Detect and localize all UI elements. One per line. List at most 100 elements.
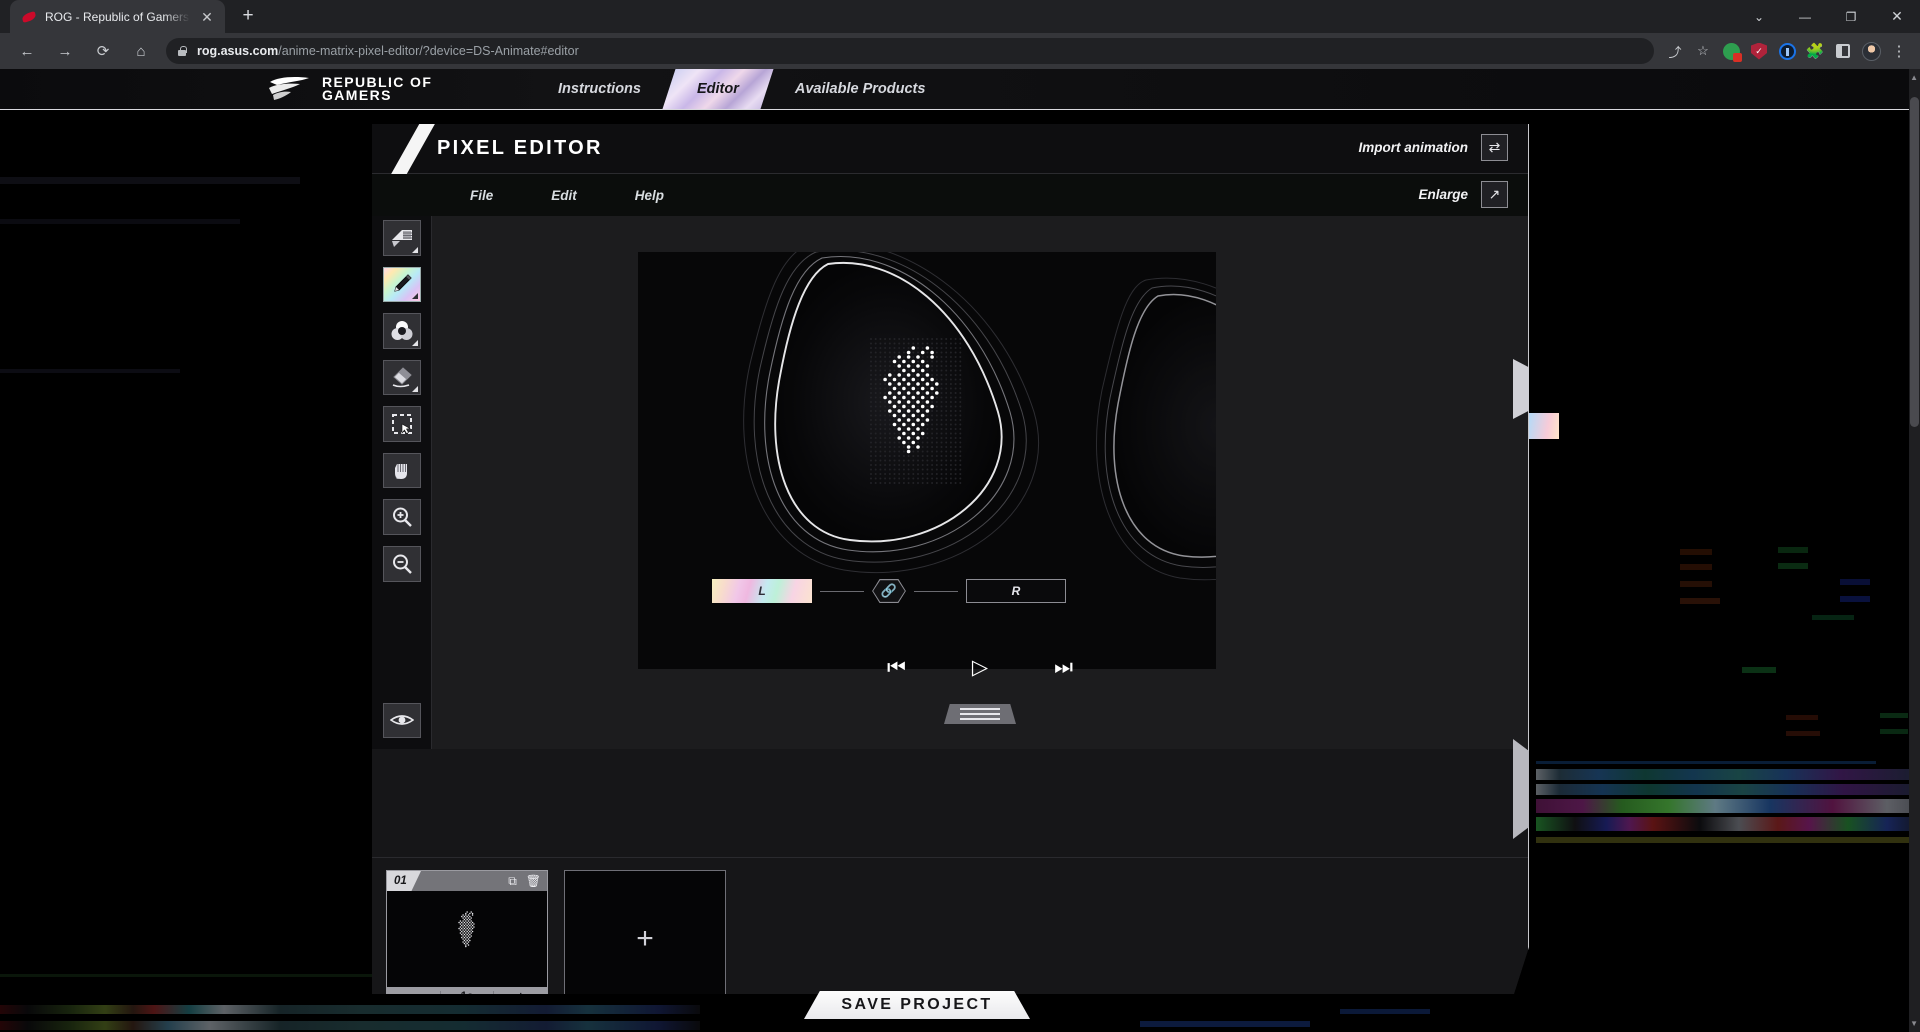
extension-clock-icon[interactable] <box>1774 38 1800 64</box>
toolbar-icon-group: ⤴ ☆ 🧩 ⋮ <box>1662 38 1912 64</box>
back-icon[interactable]: ← <box>12 36 42 66</box>
reload-icon[interactable]: ⟳ <box>88 36 118 66</box>
page-content: REPUBLIC OF GAMERS Instructions Editor A… <box>0 69 1920 1032</box>
browser-menu-icon[interactable]: ⋮ <box>1886 38 1912 64</box>
led-matrix[interactable] <box>868 336 964 486</box>
enlarge-icon[interactable]: ↗ <box>1481 181 1508 208</box>
skip-to-start-icon[interactable]: ⏮ <box>887 657 906 678</box>
color-swatch-right[interactable]: R <box>966 579 1066 603</box>
chevron-down-icon[interactable]: ⌄ <box>1736 0 1782 33</box>
forward-icon[interactable]: → <box>50 36 80 66</box>
frame-thumbnail[interactable] <box>387 891 547 987</box>
page-scrollbar[interactable]: ▲ ▼ <box>1909 69 1920 1032</box>
bookmark-star-icon[interactable]: ☆ <box>1690 38 1716 64</box>
address-bar[interactable]: rog.asus.com/anime-matrix-pixel-editor/?… <box>166 38 1654 64</box>
pencil-tool[interactable] <box>382 266 421 303</box>
browser-toolbar: ← → ⟳ ⌂ rog.asus.com/anime-matrix-pixel-… <box>0 33 1920 69</box>
share-icon[interactable]: ⤴ <box>1662 38 1688 64</box>
nav-tab-editor[interactable]: Editor <box>662 69 774 109</box>
tab-title: ROG - Republic of Gamers | Glob <box>45 9 190 24</box>
extension-password-icon[interactable] <box>1718 38 1744 64</box>
nav-tab-label: Instructions <box>558 81 641 97</box>
delete-frame-icon[interactable]: 🗑 <box>526 875 541 887</box>
link-line-right <box>914 590 958 592</box>
side-panel-icon[interactable] <box>1830 38 1856 64</box>
close-icon[interactable]: ✕ <box>198 8 216 26</box>
playback-controls: ⏮ ▷ ⏭ <box>432 646 1528 688</box>
rog-eye-logo-icon <box>268 75 311 102</box>
zoom-in-tool[interactable] <box>382 499 421 535</box>
scroll-down-arrow[interactable]: ▼ <box>1910 1019 1918 1028</box>
save-project-button[interactable]: SAVE PROJECT <box>804 991 1030 1019</box>
site-header: REPUBLIC OF GAMERS Instructions Editor A… <box>0 69 1920 110</box>
frame-duration-controls: − 1s + <box>387 987 547 994</box>
panel-edge-notch-bottom <box>1513 739 1529 839</box>
avatar[interactable] <box>1858 38 1884 64</box>
brand-text: REPUBLIC OF GAMERS <box>322 75 432 103</box>
maximize-button[interactable]: ❐ <box>1828 0 1874 33</box>
browser-tab-strip: ROG - Republic of Gamers | Glob ✕ + ⌄ — … <box>0 0 1920 33</box>
frame-timeline: 01 ⧉ 🗑 − 1s + + <box>372 857 1528 994</box>
skip-to-end-icon[interactable]: ⏭ <box>1054 657 1073 678</box>
nav-tab-label: Editor <box>696 81 739 97</box>
browser-tab[interactable]: ROG - Republic of Gamers | Glob ✕ <box>10 0 225 33</box>
eraser-tool[interactable] <box>382 359 421 396</box>
hand-tool[interactable] <box>382 452 421 489</box>
editor-menubar: File Edit Help Enlarge ↗ <box>372 174 1528 216</box>
url-path: /anime-matrix-pixel-editor/?device=DS-An… <box>278 44 579 58</box>
enlarge-label: Enlarge <box>1418 187 1468 202</box>
editor-workspace: L 🔗 R ⏮ ▷ ⏭ <box>372 216 1528 749</box>
color-swatch-left[interactable]: L <box>712 579 812 603</box>
lock-icon <box>176 45 188 57</box>
scroll-up-arrow[interactable]: ▲ <box>1910 73 1918 82</box>
duration-decrease-button[interactable]: − <box>387 991 440 994</box>
device-preview[interactable] <box>638 252 1216 669</box>
enlarge-group[interactable]: Enlarge ↗ <box>1418 181 1508 208</box>
url-text: rog.asus.com/anime-matrix-pixel-editor/?… <box>197 44 579 58</box>
frame-number: 01 <box>387 871 421 891</box>
duration-value: 1s <box>439 991 494 994</box>
rog-logo-icon <box>21 9 37 25</box>
zoom-out-tool[interactable] <box>382 545 421 582</box>
pixel-editor-panel: PIXEL EDITOR Import animation ⇄ File Edi… <box>372 124 1529 994</box>
extension-shield-icon[interactable] <box>1746 38 1772 64</box>
rog-brand[interactable]: REPUBLIC OF GAMERS <box>268 75 432 102</box>
new-tab-button[interactable]: + <box>234 2 262 30</box>
color-channel-bar: L 🔗 R <box>712 579 1100 603</box>
import-animation-icon[interactable]: ⇄ <box>1481 134 1508 161</box>
tool-palette <box>372 216 432 749</box>
import-animation-group[interactable]: Import animation ⇄ <box>1358 134 1508 161</box>
color-mix-tool[interactable] <box>382 313 421 349</box>
title-slash-decoration <box>390 124 436 176</box>
nav-tab-instructions[interactable]: Instructions <box>530 69 669 109</box>
play-icon[interactable]: ▷ <box>972 657 988 678</box>
close-window-button[interactable]: ✕ <box>1874 0 1920 33</box>
frame-actions: ⧉ 🗑 <box>508 875 541 887</box>
extensions-puzzle-icon[interactable]: 🧩 <box>1802 38 1828 64</box>
menu-help[interactable]: Help <box>606 188 693 203</box>
import-animation-label: Import animation <box>1358 140 1468 155</box>
frame-header: 01 ⧉ 🗑 <box>387 871 547 891</box>
nav-tab-available-products[interactable]: Available Products <box>767 69 954 109</box>
preview-eye-tool[interactable] <box>382 702 421 739</box>
brand-line-2: GAMERS <box>322 86 392 103</box>
canvas-area[interactable]: L 🔗 R ⏮ ▷ ⏭ <box>432 216 1528 749</box>
panel-edge-notch-top <box>1513 359 1529 419</box>
duplicate-frame-icon[interactable]: ⧉ <box>508 875 517 887</box>
panel-resize-handle[interactable] <box>944 704 1016 724</box>
select-tool[interactable] <box>382 406 421 442</box>
gradient-tool[interactable] <box>382 220 421 256</box>
timeline-frame[interactable]: 01 ⧉ 🗑 − 1s + <box>386 870 548 994</box>
duration-increase-button[interactable]: + <box>493 991 547 994</box>
link-icon[interactable]: 🔗 <box>872 579 906 603</box>
site-nav: Instructions Editor Available Products <box>530 69 953 109</box>
menu-file[interactable]: File <box>441 188 522 203</box>
link-line-left <box>820 590 864 592</box>
nav-tab-label: Available Products <box>794 81 926 97</box>
editor-titlebar: PIXEL EDITOR Import animation ⇄ <box>372 124 1528 176</box>
scroll-thumb[interactable] <box>1910 97 1919 427</box>
menu-edit[interactable]: Edit <box>522 188 606 203</box>
home-icon[interactable]: ⌂ <box>126 36 156 66</box>
add-frame-button[interactable]: + <box>564 870 726 994</box>
minimize-button[interactable]: — <box>1782 0 1828 33</box>
